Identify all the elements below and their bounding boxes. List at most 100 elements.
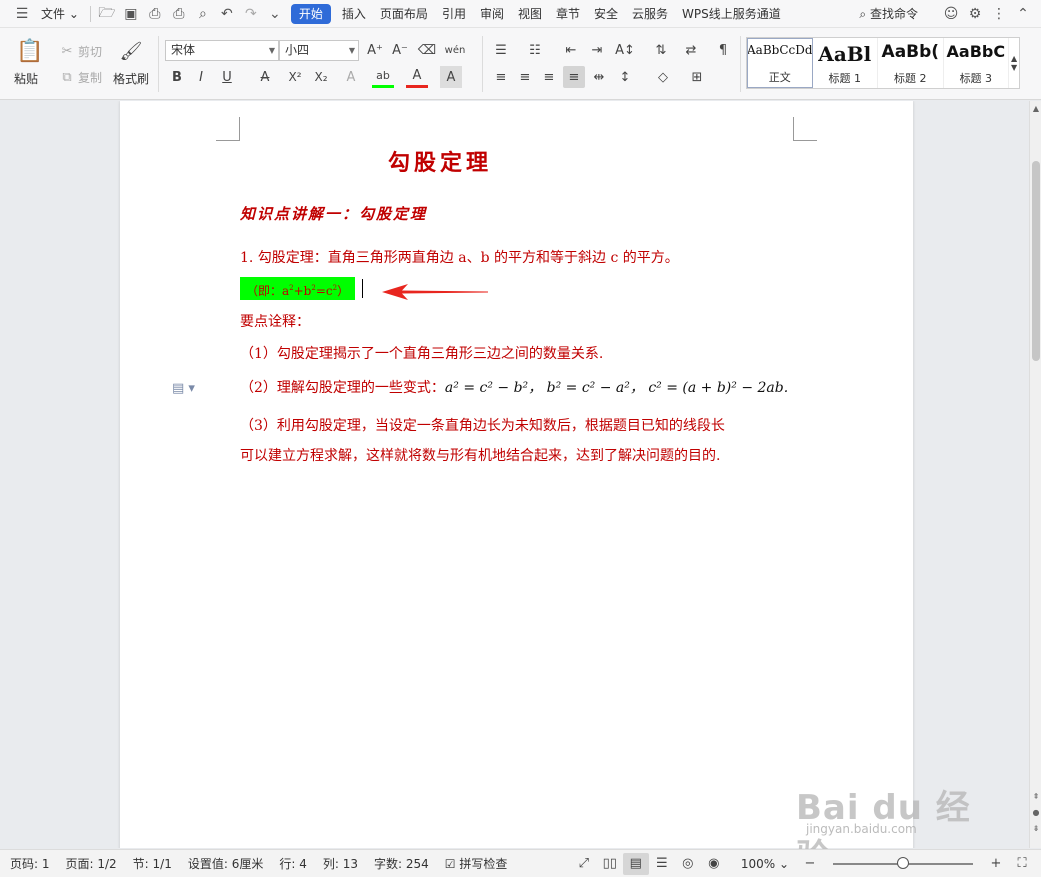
cut-icon[interactable]: ✂: [56, 40, 78, 62]
paragraph-mark-icon[interactable]: ¶: [712, 39, 734, 61]
outline-view-icon[interactable]: ☰: [649, 853, 675, 875]
highlight-color-icon[interactable]: ab: [372, 66, 394, 88]
file-menu[interactable]: 文件 ⌄: [34, 0, 86, 28]
subscript-icon[interactable]: X₂: [310, 66, 332, 88]
save-icon[interactable]: ▣: [119, 0, 143, 28]
undo-icon[interactable]: ↶: [215, 0, 239, 28]
justify-icon[interactable]: ≡: [563, 66, 585, 88]
hamburger-menu-icon[interactable]: ☰: [10, 0, 34, 28]
eye-protection-icon[interactable]: ◉: [701, 853, 727, 875]
zoom-level[interactable]: 100% ⌄: [727, 857, 797, 871]
tab-chapter[interactable]: 章节: [549, 0, 587, 28]
bullet-list-icon[interactable]: ☰: [490, 39, 512, 61]
tab-references[interactable]: 引用: [435, 0, 473, 28]
style-heading-1[interactable]: AaBl 标题 1: [813, 38, 879, 88]
status-wordcount[interactable]: 字数: 254: [366, 855, 437, 872]
open-folder-icon[interactable]: 🗁: [95, 0, 119, 28]
zoom-slider-knob[interactable]: [897, 856, 909, 869]
fit-window-icon[interactable]: ⛶: [1009, 853, 1035, 875]
zoom-out-icon[interactable]: −: [797, 853, 823, 875]
numbered-list-icon[interactable]: ☷: [524, 39, 546, 61]
show-marks-icon[interactable]: ⇄: [680, 39, 702, 61]
status-pages[interactable]: 页面: 1/2: [58, 855, 125, 872]
browse-object-icon[interactable]: ●: [1030, 807, 1041, 819]
phonetic-guide-icon[interactable]: wén: [444, 39, 466, 61]
search-command-button[interactable]: ⌕ 查找命令: [852, 0, 925, 28]
export-pdf-icon[interactable]: ⎙: [143, 0, 167, 28]
character-shading-icon[interactable]: A: [440, 66, 462, 88]
quick-access-dropdown-icon[interactable]: ⌄: [263, 0, 287, 28]
gear-icon[interactable]: ⚙: [963, 0, 987, 28]
prev-page-icon[interactable]: ⇞: [1030, 791, 1041, 803]
print-icon[interactable]: ⎙: [167, 0, 191, 28]
decrease-indent-icon[interactable]: ⇤: [560, 39, 582, 61]
web-view-icon[interactable]: ◎: [675, 853, 701, 875]
status-row[interactable]: 行: 4: [271, 855, 315, 872]
style-heading-3[interactable]: AaBbC 标题 3: [944, 38, 1010, 88]
borders-icon[interactable]: ⊞: [686, 66, 708, 88]
clear-format-icon[interactable]: ⌫: [416, 39, 438, 61]
text-direction-icon[interactable]: A↕: [614, 39, 636, 61]
text-effect-icon[interactable]: A: [340, 66, 362, 88]
spellcheck-button[interactable]: ☑ 拼写检查: [437, 855, 516, 872]
strikethrough-icon[interactable]: A: [254, 66, 276, 88]
line-spacing-icon[interactable]: ↕: [614, 66, 636, 88]
vertical-scrollbar[interactable]: ▲ ⇞ ● ⇟: [1029, 101, 1041, 848]
styles-scroll-icon[interactable]: ▲ ▼: [1009, 38, 1019, 88]
paste-button[interactable]: 📋: [12, 36, 48, 66]
chat-icon[interactable]: ☺: [939, 0, 963, 28]
fullscreen-icon[interactable]: ⤢: [571, 853, 597, 875]
copy-icon[interactable]: ⧉: [56, 66, 78, 88]
distributed-align-icon[interactable]: ⇹: [588, 66, 610, 88]
document-area[interactable]: 勾股定理 知识点讲解一：勾股定理 1. 勾股定理：直角三角形两直角边 a、b 的…: [0, 101, 1029, 848]
align-right-icon[interactable]: ≡: [538, 66, 560, 88]
align-left-icon[interactable]: ≡: [490, 66, 512, 88]
more-options-icon[interactable]: ⋮: [987, 0, 1011, 28]
cut-label[interactable]: 剪切: [78, 43, 102, 60]
zoom-slider[interactable]: [833, 856, 973, 869]
status-page[interactable]: 页码: 1: [0, 855, 58, 872]
read-mode-icon[interactable]: ▯▯: [597, 853, 623, 875]
copy-label[interactable]: 复制: [78, 69, 102, 86]
tab-security[interactable]: 安全: [587, 0, 625, 28]
align-center-icon[interactable]: ≡: [514, 66, 536, 88]
superscript-icon[interactable]: X²: [284, 66, 306, 88]
print-preview-icon[interactable]: ⌕: [191, 0, 215, 28]
style-normal[interactable]: AaBbCcDd 正文: [747, 38, 813, 88]
chevron-down-icon: ▼: [348, 46, 355, 55]
font-name-select[interactable]: 宋体 ▼: [165, 40, 279, 61]
tab-review[interactable]: 审阅: [473, 0, 511, 28]
style-heading-2[interactable]: AaBb( 标题 2: [878, 38, 944, 88]
paragraph-layout-icon[interactable]: ▤ ▾: [172, 381, 195, 396]
zoom-in-icon[interactable]: +: [983, 853, 1009, 875]
tab-page-layout[interactable]: 页面布局: [373, 0, 435, 28]
page-view-icon[interactable]: ▤: [622, 852, 649, 875]
italic-icon[interactable]: I: [190, 66, 212, 88]
tab-cloud-service[interactable]: 云服务: [625, 0, 675, 28]
grow-font-icon[interactable]: A⁺: [364, 39, 386, 61]
underline-icon[interactable]: U: [216, 66, 238, 88]
tab-view[interactable]: 视图: [511, 0, 549, 28]
status-section[interactable]: 节: 1/1: [125, 855, 180, 872]
format-painter-label[interactable]: 格式刷: [113, 70, 149, 87]
font-size-select[interactable]: 小四 ▼: [279, 40, 359, 61]
bold-icon[interactable]: B: [166, 66, 188, 88]
shrink-font-icon[interactable]: A⁻: [389, 39, 411, 61]
tab-insert[interactable]: 插入: [335, 0, 373, 28]
status-col[interactable]: 列: 13: [315, 855, 366, 872]
scrollbar-thumb[interactable]: [1032, 161, 1040, 361]
point-1: （1）勾股定理揭示了一个直角三角形三边之间的数量关系.: [240, 346, 604, 362]
sort-icon[interactable]: ⇅: [650, 39, 672, 61]
increase-indent-icon[interactable]: ⇥: [586, 39, 608, 61]
redo-icon[interactable]: ↷: [239, 0, 263, 28]
font-color-icon[interactable]: A: [406, 66, 428, 88]
collapse-ribbon-icon[interactable]: ⌃: [1011, 0, 1035, 28]
status-setting[interactable]: 设置值: 6厘米: [180, 855, 272, 872]
tab-wps-online-service[interactable]: WPS线上服务通道: [675, 0, 788, 28]
scroll-up-icon[interactable]: ▲: [1030, 103, 1041, 115]
format-painter-icon[interactable]: 🖌: [118, 38, 144, 64]
tab-home[interactable]: 开始: [290, 3, 331, 24]
document-page[interactable]: 勾股定理 知识点讲解一：勾股定理 1. 勾股定理：直角三角形两直角边 a、b 的…: [120, 101, 913, 848]
shading-icon[interactable]: ◇: [652, 66, 674, 88]
next-page-icon[interactable]: ⇟: [1030, 823, 1041, 835]
